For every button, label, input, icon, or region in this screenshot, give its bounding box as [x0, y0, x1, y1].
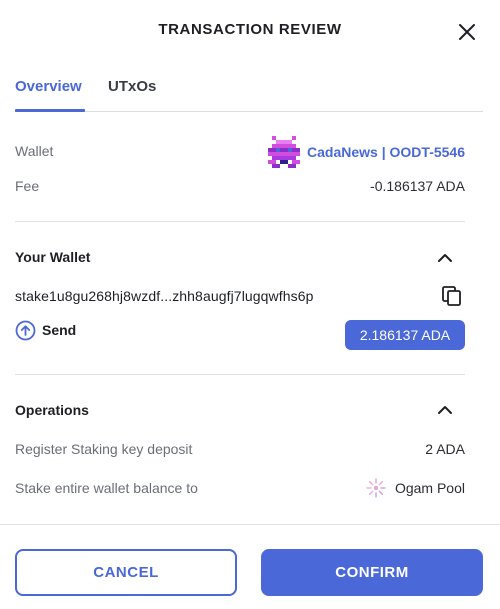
fee-label: Fee — [15, 178, 40, 194]
operation-row: Register Staking key deposit 2 ADA — [15, 441, 465, 457]
pool-info: Ogam Pool — [364, 476, 465, 500]
your-wallet-title: Your Wallet — [15, 249, 91, 265]
chevron-up-icon[interactable] — [436, 404, 454, 416]
dialog-title: TRANSACTION REVIEW — [158, 21, 342, 38]
active-tab-indicator — [15, 109, 85, 112]
footer-divider — [0, 524, 500, 525]
tab-utxos[interactable]: UTxOs — [108, 78, 156, 95]
stake-address: stake1u8gu268hj8wzdf...zhh8augfj7lugqwfh… — [15, 288, 314, 304]
divider — [15, 221, 465, 222]
confirm-button[interactable]: CONFIRM — [261, 549, 483, 596]
arrow-up-circle-icon — [15, 320, 36, 341]
pool-logo-icon — [366, 478, 386, 498]
tab-overview[interactable]: Overview — [15, 78, 82, 95]
fee-value: -0.186137 ADA — [370, 178, 465, 194]
pool-name: Ogam Pool — [394, 480, 465, 496]
operation-value: 2 ADA — [425, 441, 465, 457]
operation-label: Stake entire wallet balance to — [15, 480, 198, 496]
operation-row: Stake entire wallet balance to Ogam Pool — [15, 478, 465, 498]
divider — [15, 374, 465, 375]
copy-icon[interactable] — [441, 285, 463, 307]
close-icon[interactable] — [455, 20, 479, 44]
tab-bar: Overview UTxOs — [15, 76, 483, 112]
send-label: Send — [42, 322, 77, 338]
wallet-name: CadaNews | OODT-5546 — [307, 144, 465, 160]
operation-label: Register Staking key deposit — [15, 441, 193, 457]
cancel-button[interactable]: CANCEL — [15, 549, 237, 596]
wallet-row: Wallet CadaNews | OODT-5546 — [15, 136, 465, 168]
dialog-header: TRANSACTION REVIEW — [0, 0, 500, 60]
wallet-avatar-icon — [268, 136, 301, 168]
wallet-link[interactable]: CadaNews | OODT-5546 — [268, 136, 465, 168]
fee-row: Fee -0.186137 ADA — [15, 178, 465, 194]
wallet-label: Wallet — [15, 143, 54, 159]
operations-title: Operations — [15, 402, 89, 418]
chevron-up-icon[interactable] — [436, 252, 454, 264]
send-amount-badge: 2.186137 ADA — [345, 320, 465, 350]
